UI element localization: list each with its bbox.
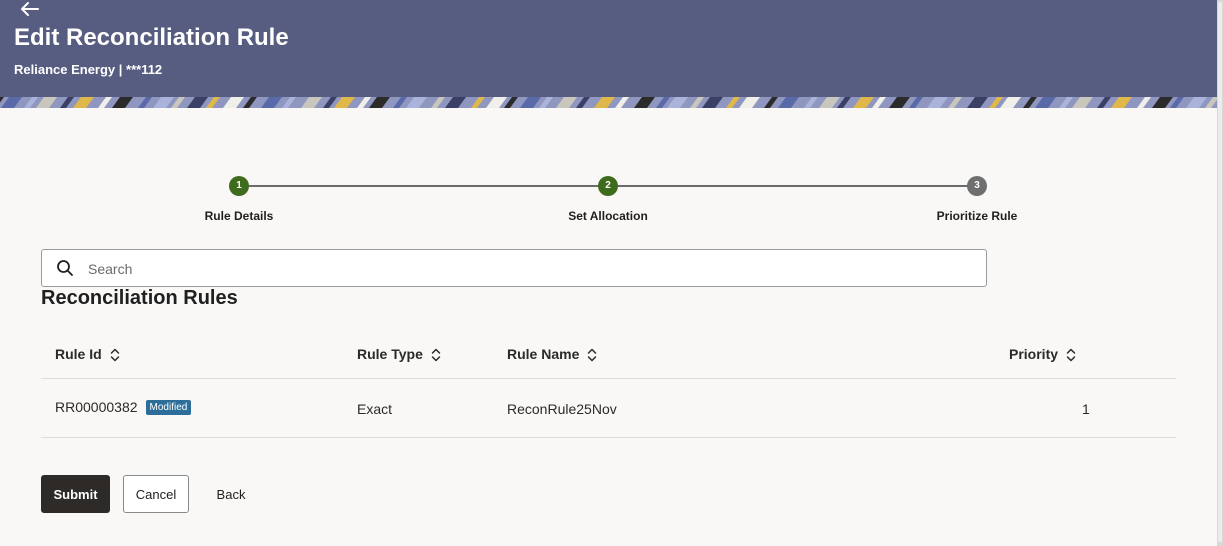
step-1-label: Rule Details [204, 209, 274, 223]
column-header-rule-name[interactable]: Rule Name [507, 346, 597, 362]
column-header-label: Rule Name [507, 346, 580, 362]
column-header-priority[interactable]: Priority [1009, 346, 1076, 362]
step-1-indicator: 1 [229, 176, 249, 196]
account-subtitle: Reliance Energy | ***112 [14, 62, 163, 77]
step-connector [618, 185, 968, 187]
column-header-rule-id[interactable]: Rule Id [55, 346, 120, 362]
step-2-indicator: 2 [598, 176, 618, 196]
submit-button[interactable]: Submit [41, 475, 110, 513]
sort-icon[interactable] [431, 348, 441, 362]
step-2-label: Set Allocation [568, 209, 648, 223]
sort-icon[interactable] [1066, 348, 1076, 362]
step-connector [249, 185, 599, 187]
search-icon [57, 260, 73, 276]
cell-rule-name: ReconRule25Nov [507, 401, 617, 417]
rule-id-value: RR00000382 [55, 399, 138, 415]
row-divider [41, 437, 1176, 438]
column-header-label: Rule Type [357, 346, 423, 362]
page-title: Edit Reconciliation Rule [14, 24, 289, 51]
search-input[interactable] [86, 256, 970, 282]
sort-icon[interactable] [110, 348, 120, 362]
column-header-label: Priority [1009, 346, 1059, 362]
status-badge: Modified [145, 400, 192, 415]
back-button[interactable]: Back [207, 475, 255, 513]
page-header: Edit Reconciliation Rule Reliance Energy… [0, 0, 1217, 108]
section-title: Reconciliation Rules [41, 287, 238, 309]
sort-icon[interactable] [587, 348, 597, 362]
step-3-label: Prioritize Rule [936, 209, 1018, 223]
column-header-label: Rule Id [55, 346, 102, 362]
column-header-rule-type[interactable]: Rule Type [357, 346, 441, 362]
cell-rule-id: RR00000382 Modified [55, 399, 192, 415]
cell-rule-type: Exact [357, 401, 393, 417]
scrollbar-thumb[interactable] [1218, 2, 1222, 542]
cancel-button[interactable]: Cancel [123, 475, 189, 513]
cell-priority: 1 [1082, 401, 1090, 417]
decorative-banner-strip [0, 97, 1217, 108]
arrow-left-icon[interactable] [18, 0, 40, 18]
search-box[interactable] [41, 249, 987, 287]
header-divider [41, 378, 1176, 379]
step-3-indicator: 3 [967, 176, 987, 196]
